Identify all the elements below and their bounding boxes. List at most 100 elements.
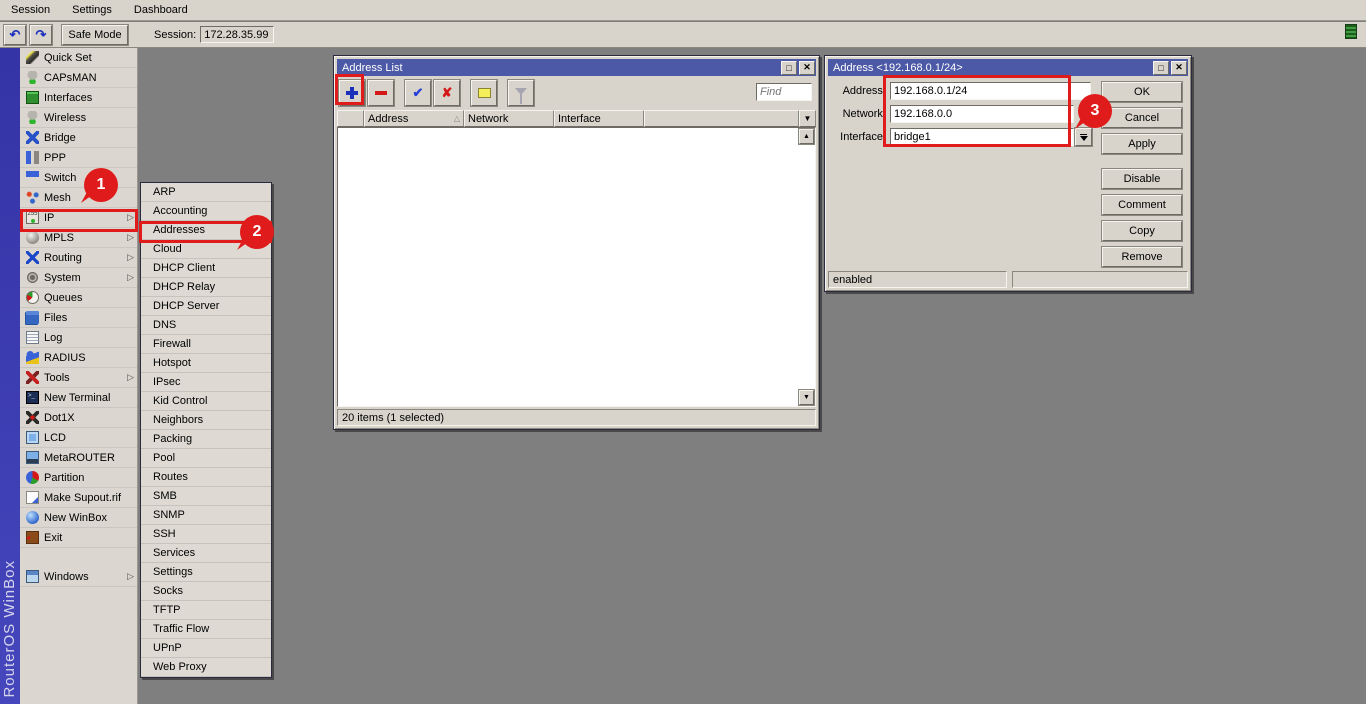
session-address-field[interactable]: 172.28.35.99: [200, 26, 274, 43]
network-field[interactable]: [890, 105, 1074, 123]
remove-button[interactable]: [368, 80, 394, 106]
sidebar-item-queues[interactable]: Queues: [20, 288, 137, 308]
sidebar-item-exit[interactable]: Exit: [20, 528, 137, 548]
disable-button[interactable]: ✘: [434, 80, 460, 106]
disable-button[interactable]: Disable: [1102, 169, 1182, 189]
comment-button[interactable]: Comment: [1102, 195, 1182, 215]
ip-menu-item-upnp[interactable]: UPnP: [141, 639, 271, 658]
address-field-label: Address:: [828, 85, 886, 97]
sidebar-item-windows[interactable]: Windows ▷: [20, 567, 137, 587]
sidebar-item-make-supout-rif[interactable]: Make Supout.rif: [20, 488, 137, 508]
ip-menu-item-firewall[interactable]: Firewall: [141, 335, 271, 354]
sidebar-item-system[interactable]: System ▷: [20, 268, 137, 288]
sidebar-item-dot1x[interactable]: Dot1X: [20, 408, 137, 428]
ip-menu-item-hotspot[interactable]: Hotspot: [141, 354, 271, 373]
scroll-down-button[interactable]: ▼: [799, 390, 814, 405]
ip-menu-item-neighbors[interactable]: Neighbors: [141, 411, 271, 430]
sidebar-item-lcd[interactable]: LCD: [20, 428, 137, 448]
redo-button[interactable]: ↷: [30, 25, 52, 45]
sidebar-item-quick-set[interactable]: Quick Set: [20, 48, 137, 68]
scroll-up-button[interactable]: ▲: [799, 129, 814, 144]
ip-menu-item-socks[interactable]: Socks: [141, 582, 271, 601]
ip-menu-item-traffic-flow[interactable]: Traffic Flow: [141, 620, 271, 639]
sidebar-item-mesh[interactable]: Mesh: [20, 188, 137, 208]
column-header-address[interactable]: Address △: [364, 110, 464, 127]
sidebar-item-new-winbox[interactable]: New WinBox: [20, 508, 137, 528]
ip-menu-item-accounting[interactable]: Accounting: [141, 202, 271, 221]
ip-menu-item-dns[interactable]: DNS: [141, 316, 271, 335]
address-list-titlebar[interactable]: Address List □ ✕: [337, 59, 816, 76]
safe-mode-button[interactable]: Safe Mode: [62, 25, 128, 45]
ip-menu-item-label: Firewall: [153, 338, 191, 350]
ip-menu-item-settings[interactable]: Settings: [141, 563, 271, 582]
comment-button[interactable]: [471, 80, 497, 106]
filter-funnel-icon: [515, 88, 527, 95]
sidebar-item-wireless[interactable]: Wireless: [20, 108, 137, 128]
ip-menu-item-packing[interactable]: Packing: [141, 430, 271, 449]
add-button[interactable]: [339, 80, 365, 106]
interface-field[interactable]: [890, 128, 1074, 146]
sidebar-item-label: Queues: [44, 292, 83, 304]
apply-button[interactable]: Apply: [1102, 134, 1182, 154]
ip-menu-item-ipsec[interactable]: IPsec: [141, 373, 271, 392]
undo-button[interactable]: ↶: [4, 25, 26, 45]
sidebar-item-interfaces[interactable]: Interfaces: [20, 88, 137, 108]
ok-button[interactable]: OK: [1102, 82, 1182, 102]
ip-menu-item-web-proxy[interactable]: Web Proxy: [141, 658, 271, 677]
sidebar-item-files[interactable]: Files: [20, 308, 137, 328]
filter-button[interactable]: [508, 80, 534, 106]
menu-session[interactable]: Session: [0, 0, 61, 20]
sidebar-item-capsman[interactable]: CAPsMAN: [20, 68, 137, 88]
sidebar-item-ppp[interactable]: PPP: [20, 148, 137, 168]
address-field[interactable]: [890, 82, 1091, 100]
ip-menu-item-routes[interactable]: Routes: [141, 468, 271, 487]
ip-menu-item-addresses[interactable]: Addresses: [141, 221, 271, 240]
column-header-network-label: Network: [468, 113, 508, 125]
column-header-network[interactable]: Network: [464, 110, 554, 127]
sidebar-item-label: Wireless: [44, 112, 86, 124]
ip-menu-item-dhcp-client[interactable]: DHCP Client: [141, 259, 271, 278]
enable-button[interactable]: ✔: [405, 80, 431, 106]
ip-menu-item-ssh[interactable]: SSH: [141, 525, 271, 544]
address-list-body[interactable]: ▲ ▼: [337, 127, 816, 407]
sidebar-item-routing[interactable]: Routing ▷: [20, 248, 137, 268]
interface-dropdown-button[interactable]: [1075, 128, 1092, 146]
cancel-button[interactable]: Cancel: [1102, 108, 1182, 128]
ip-menu-item-services[interactable]: Services: [141, 544, 271, 563]
close-button[interactable]: ✕: [1171, 61, 1187, 75]
sidebar-item-new-terminal[interactable]: New Terminal: [20, 388, 137, 408]
ip-menu-item-kid-control[interactable]: Kid Control: [141, 392, 271, 411]
sidebar-item-switch[interactable]: Switch: [20, 168, 137, 188]
ip-menu-item-smb[interactable]: SMB: [141, 487, 271, 506]
find-input[interactable]: [756, 83, 812, 101]
column-header-interface[interactable]: Interface: [554, 110, 644, 127]
ip-menu-item-dhcp-relay[interactable]: DHCP Relay: [141, 278, 271, 297]
sidebar-item-tools[interactable]: Tools ▷: [20, 368, 137, 388]
menu-settings[interactable]: Settings: [61, 0, 123, 20]
submenu-arrow-icon: ▷: [127, 272, 134, 283]
column-chooser-button[interactable]: ▼: [799, 110, 816, 127]
close-button[interactable]: ✕: [799, 61, 815, 75]
sidebar-item-metarouter[interactable]: MetaROUTER: [20, 448, 137, 468]
ip-menu-item-tftp[interactable]: TFTP: [141, 601, 271, 620]
sidebar-item-partition[interactable]: Partition: [20, 468, 137, 488]
ip-menu-item-label: Hotspot: [153, 357, 191, 369]
maximize-button[interactable]: □: [781, 61, 797, 75]
sidebar-item-bridge[interactable]: Bridge: [20, 128, 137, 148]
ip-menu-item-dhcp-server[interactable]: DHCP Server: [141, 297, 271, 316]
ip-menu-item-pool[interactable]: Pool: [141, 449, 271, 468]
menu-dashboard[interactable]: Dashboard: [123, 0, 199, 20]
ip-menu-item-cloud[interactable]: Cloud: [141, 240, 271, 259]
sidebar-item-ip[interactable]: IP ▷: [20, 208, 137, 228]
sidebar-item-log[interactable]: Log: [20, 328, 137, 348]
copy-button[interactable]: Copy: [1102, 221, 1182, 241]
redo-icon: ↷: [36, 27, 47, 43]
maximize-button[interactable]: □: [1153, 61, 1169, 75]
ip-menu-item-arp[interactable]: ARP: [141, 183, 271, 202]
ip-menu-item-snmp[interactable]: SNMP: [141, 506, 271, 525]
sidebar-item-radius[interactable]: RADIUS: [20, 348, 137, 368]
sidebar-item-mpls[interactable]: MPLS ▷: [20, 228, 137, 248]
address-dialog-titlebar[interactable]: Address <192.168.0.1/24> □ ✕: [828, 59, 1188, 76]
column-header-blank[interactable]: [337, 110, 364, 127]
remove-button[interactable]: Remove: [1102, 247, 1182, 267]
